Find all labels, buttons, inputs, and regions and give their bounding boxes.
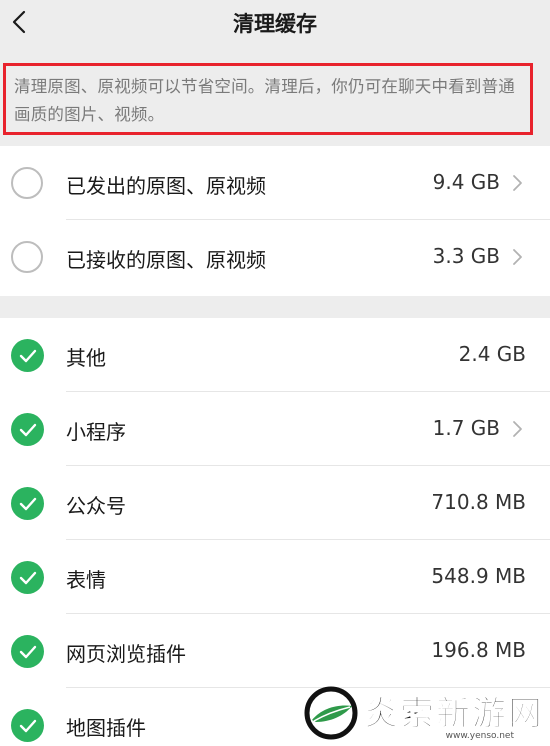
checkmark-icon [19,497,36,510]
navigation-bar: 清理缓存 [0,0,550,46]
item-size: 2.4 GB [458,342,526,366]
checkbox-checked[interactable] [11,339,44,372]
item-label: 已发出的原图、原视频 [66,174,266,198]
checkmark-icon [19,349,36,362]
checkbox-checked[interactable] [11,561,44,594]
item-size: 9.4 GB [432,170,500,194]
list-item[interactable]: 表情 548.9 MB [0,540,550,614]
item-label: 表情 [66,568,106,592]
leaf-logo-icon [304,686,358,740]
item-label: 已接收的原图、原视频 [66,248,266,272]
checkbox-checked[interactable] [11,635,44,668]
item-size: 1.7 GB [432,416,500,440]
item-size: 710.8 MB [431,490,526,514]
chevron-right-icon [513,175,522,191]
checkmark-icon [19,719,36,732]
item-size: 3.3 GB [432,244,500,268]
page-title: 清理缓存 [233,12,317,36]
checkmark-icon [19,571,36,584]
cache-categories-group: 其他 2.4 GB 小程序 1.7 GB 公众号 710.8 MB 表情 548… [0,318,550,746]
radio-unchecked[interactable] [11,241,43,273]
checkbox-checked[interactable] [11,413,44,446]
item-label: 地图插件 [66,716,146,740]
notice-text: 清理原图、原视频可以节省空间。清理后，你仍可在聊天中看到普通画质的图片、视频。 [3,63,533,135]
item-label: 其他 [66,346,106,370]
checkmark-icon [19,645,36,658]
list-item[interactable]: 公众号 710.8 MB [0,466,550,540]
list-item[interactable]: 已接收的原图、原视频 3.3 GB [0,220,550,294]
list-item[interactable]: 其他 2.4 GB [0,318,550,392]
original-media-group: 已发出的原图、原视频 9.4 GB 已接收的原图、原视频 3.3 GB [0,146,550,296]
watermark: 炎索新游网 www.yenso.net [300,686,550,746]
chevron-right-icon [513,249,522,265]
list-item[interactable]: 已发出的原图、原视频 9.4 GB [0,146,550,220]
list-item[interactable]: 网页浏览插件 196.8 MB [0,614,550,688]
list-item[interactable]: 小程序 1.7 GB [0,392,550,466]
chevron-right-icon [513,421,522,437]
item-size: 548.9 MB [431,564,526,588]
checkmark-icon [19,423,36,436]
checkbox-checked[interactable] [11,487,44,520]
item-label: 网页浏览插件 [66,642,186,666]
item-label: 小程序 [66,420,126,444]
item-label: 公众号 [66,494,126,518]
item-size: 196.8 MB [431,638,526,662]
radio-unchecked[interactable] [11,167,43,199]
watermark-url: www.yenso.net [445,731,514,741]
watermark-text: 炎索新游网 [364,694,544,735]
checkbox-checked[interactable] [11,709,44,742]
